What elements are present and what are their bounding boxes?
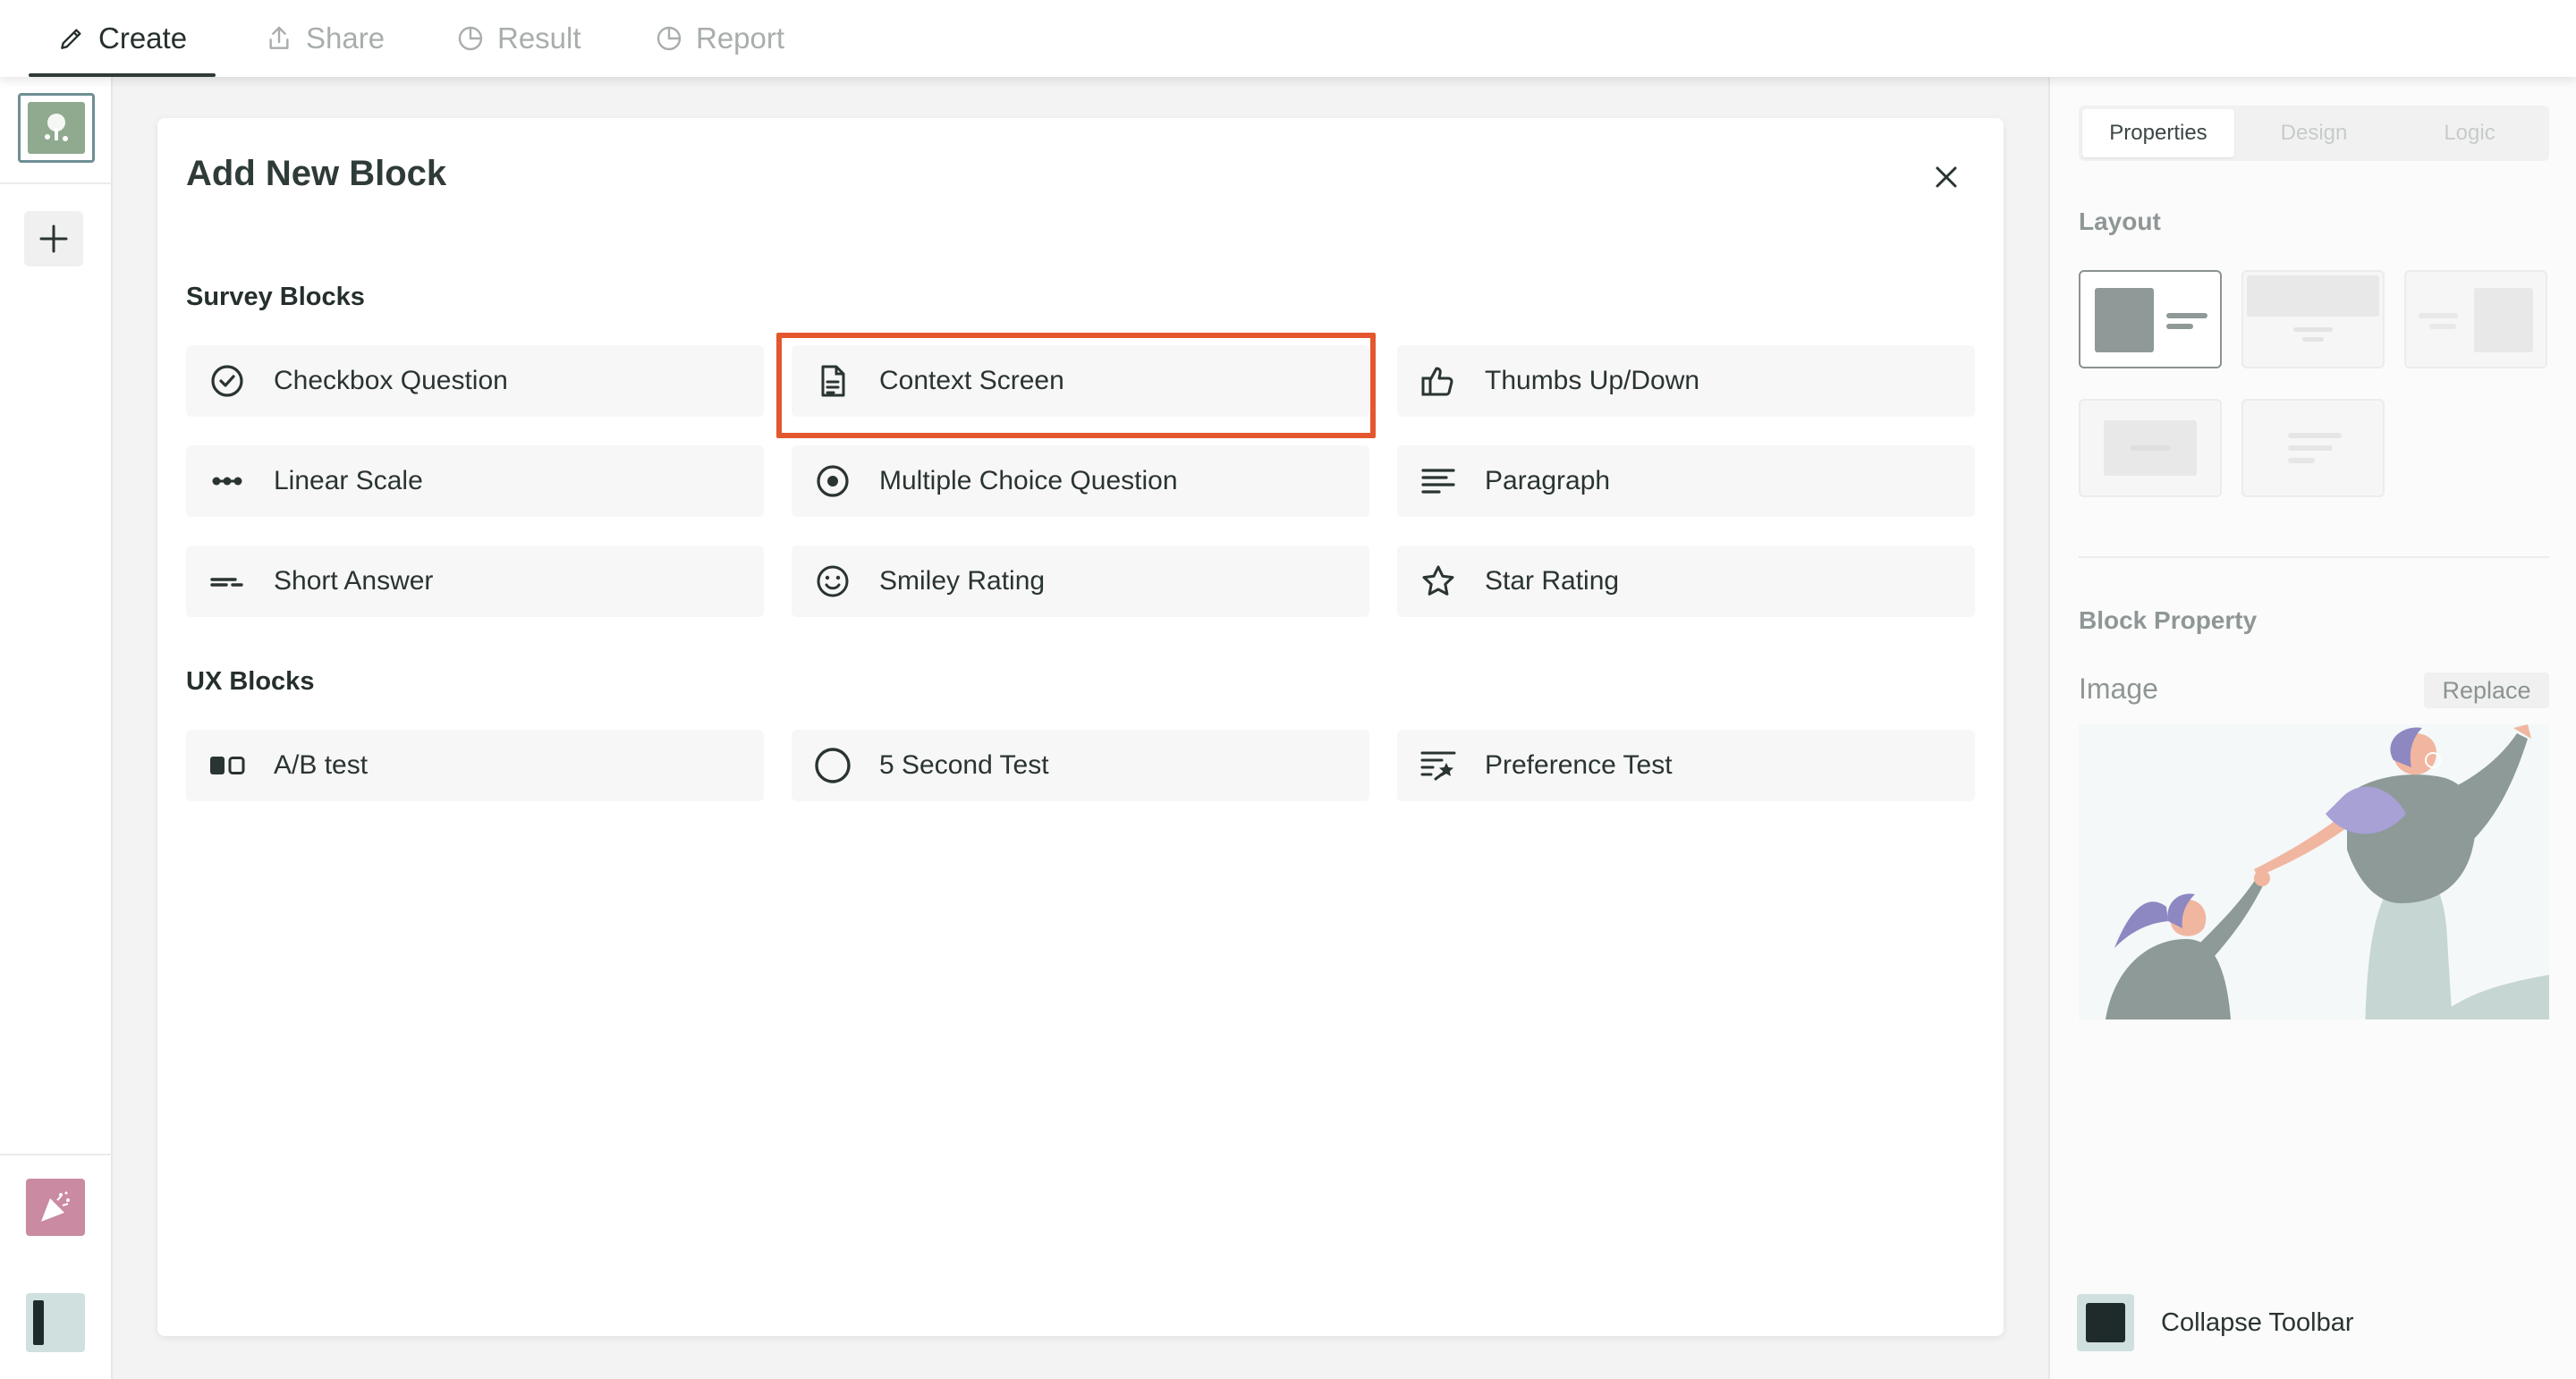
block-option-label: Star Rating — [1485, 566, 1620, 596]
layout-option-image-left[interactable] — [2079, 270, 2222, 368]
block-image-preview — [2079, 724, 2549, 1055]
thumbs-up-icon — [1421, 367, 1453, 396]
block-option-ab-test[interactable]: A/B test — [186, 730, 764, 801]
replace-image-button[interactable]: Replace — [2424, 673, 2549, 708]
layout-text-only-icon — [2288, 433, 2342, 463]
linear-scale-icon — [212, 477, 242, 486]
block-option-thumbs-up-down[interactable]: Thumbs Up/Down — [1397, 345, 1975, 417]
tab-result[interactable]: Result — [456, 0, 581, 77]
tab-share[interactable]: Share — [265, 0, 385, 77]
image-label: Image — [2079, 673, 2158, 705]
tab-create[interactable]: Create — [28, 0, 216, 77]
add-block-button[interactable] — [24, 211, 83, 266]
toggle-panel-button[interactable] — [26, 1293, 85, 1352]
tab-create-label: Create — [98, 21, 188, 55]
layout-option-image-center[interactable] — [2079, 399, 2222, 497]
layout-image-right-icon — [2419, 288, 2533, 352]
ab-test-icon — [210, 757, 245, 774]
thumbnail-image — [28, 102, 85, 154]
tab-design[interactable]: Design — [2238, 109, 2390, 157]
block-option-star-rating[interactable]: Star Rating — [1397, 546, 1975, 617]
tab-properties[interactable]: Properties — [2082, 109, 2234, 157]
block-option-smiley-rating[interactable]: Smiley Rating — [792, 546, 1369, 617]
add-block-modal: Add New Block Survey Blocks Checkbox Que… — [157, 118, 2004, 1336]
block-option-paragraph[interactable]: Paragraph — [1397, 445, 1975, 517]
tree-icon — [45, 114, 68, 141]
tab-result-label: Result — [497, 21, 581, 55]
block-option-5-second-test[interactable]: 5 Second Test — [792, 730, 1369, 801]
party-popper-icon — [41, 1191, 70, 1222]
block-option-short-answer[interactable]: Short Answer — [186, 546, 764, 617]
block-option-checkbox-question[interactable]: Checkbox Question — [186, 345, 764, 417]
block-option-label: Smiley Rating — [879, 566, 1046, 596]
block-option-label: Paragraph — [1485, 466, 1611, 495]
selection-highlight — [776, 333, 1376, 438]
block-option-label: Thumbs Up/Down — [1485, 366, 1700, 395]
block-option-label: Linear Scale — [274, 466, 423, 495]
pencil-icon — [61, 29, 81, 49]
close-button[interactable] — [1927, 157, 1966, 197]
section-title-survey: Survey Blocks — [186, 283, 365, 311]
properties-panel: Properties Design Logic Layout Block Pro… — [2048, 77, 2576, 1379]
smiley-icon — [817, 565, 849, 597]
confetti-button[interactable] — [26, 1179, 85, 1236]
star-icon — [1422, 565, 1454, 596]
tab-report[interactable]: Report — [655, 0, 784, 77]
tab-share-label: Share — [306, 21, 386, 55]
page-thumbnail[interactable] — [18, 93, 95, 163]
block-option-label: 5 Second Test — [879, 750, 1049, 780]
top-navigation: Create Share Result Report — [0, 0, 2576, 77]
collapse-toolbar-icon — [2077, 1294, 2134, 1351]
layout-option-image-top[interactable] — [2241, 270, 2385, 368]
block-option-label: A/B test — [274, 750, 369, 780]
tab-logic[interactable]: Logic — [2394, 109, 2546, 157]
block-option-label: Multiple Choice Question — [879, 466, 1178, 495]
section-title-ux: UX Blocks — [186, 667, 315, 696]
pie-chart-icon — [657, 26, 682, 51]
checkmark-circle-icon — [211, 365, 243, 397]
close-icon — [1936, 166, 1957, 188]
tab-report-label: Report — [696, 21, 785, 55]
block-option-label: Short Answer — [274, 566, 434, 596]
circle-icon — [815, 748, 851, 783]
illustration-image — [2106, 724, 2549, 1055]
panel-divider — [2079, 556, 2549, 558]
pie-chart-icon — [458, 26, 483, 51]
block-option-label: Preference Test — [1485, 750, 1673, 780]
paragraph-icon — [1421, 469, 1455, 494]
share-icon — [269, 26, 289, 49]
rail-divider — [0, 1154, 113, 1155]
short-answer-icon — [210, 578, 243, 587]
block-option-multiple-choice-question[interactable]: Multiple Choice Question — [792, 445, 1369, 517]
block-property-heading: Block Property — [2079, 606, 2258, 634]
block-option-label: Checkbox Question — [274, 366, 508, 395]
layout-image-left-icon — [2095, 288, 2207, 352]
preference-icon — [1420, 751, 1456, 781]
block-option-preference-test[interactable]: Preference Test — [1397, 730, 1975, 801]
layout-image-top-icon — [2247, 275, 2379, 342]
plus-icon — [39, 224, 68, 253]
collapse-toolbar-label: Collapse Toolbar — [2161, 1307, 2354, 1337]
layout-heading: Layout — [2079, 207, 2161, 235]
collapse-toolbar[interactable]: Collapse Toolbar — [2077, 1293, 2354, 1352]
left-rail — [0, 77, 113, 1379]
modal-title: Add New Block — [186, 154, 447, 193]
block-option-linear-scale[interactable]: Linear Scale — [186, 445, 764, 517]
layout-option-text-only[interactable] — [2241, 399, 2385, 497]
radio-icon — [817, 465, 849, 497]
layout-image-center-icon — [2104, 420, 2197, 476]
layout-option-image-right[interactable] — [2404, 270, 2547, 368]
panel-tabs: Properties Design Logic — [2079, 106, 2549, 161]
rail-divider — [0, 182, 113, 184]
